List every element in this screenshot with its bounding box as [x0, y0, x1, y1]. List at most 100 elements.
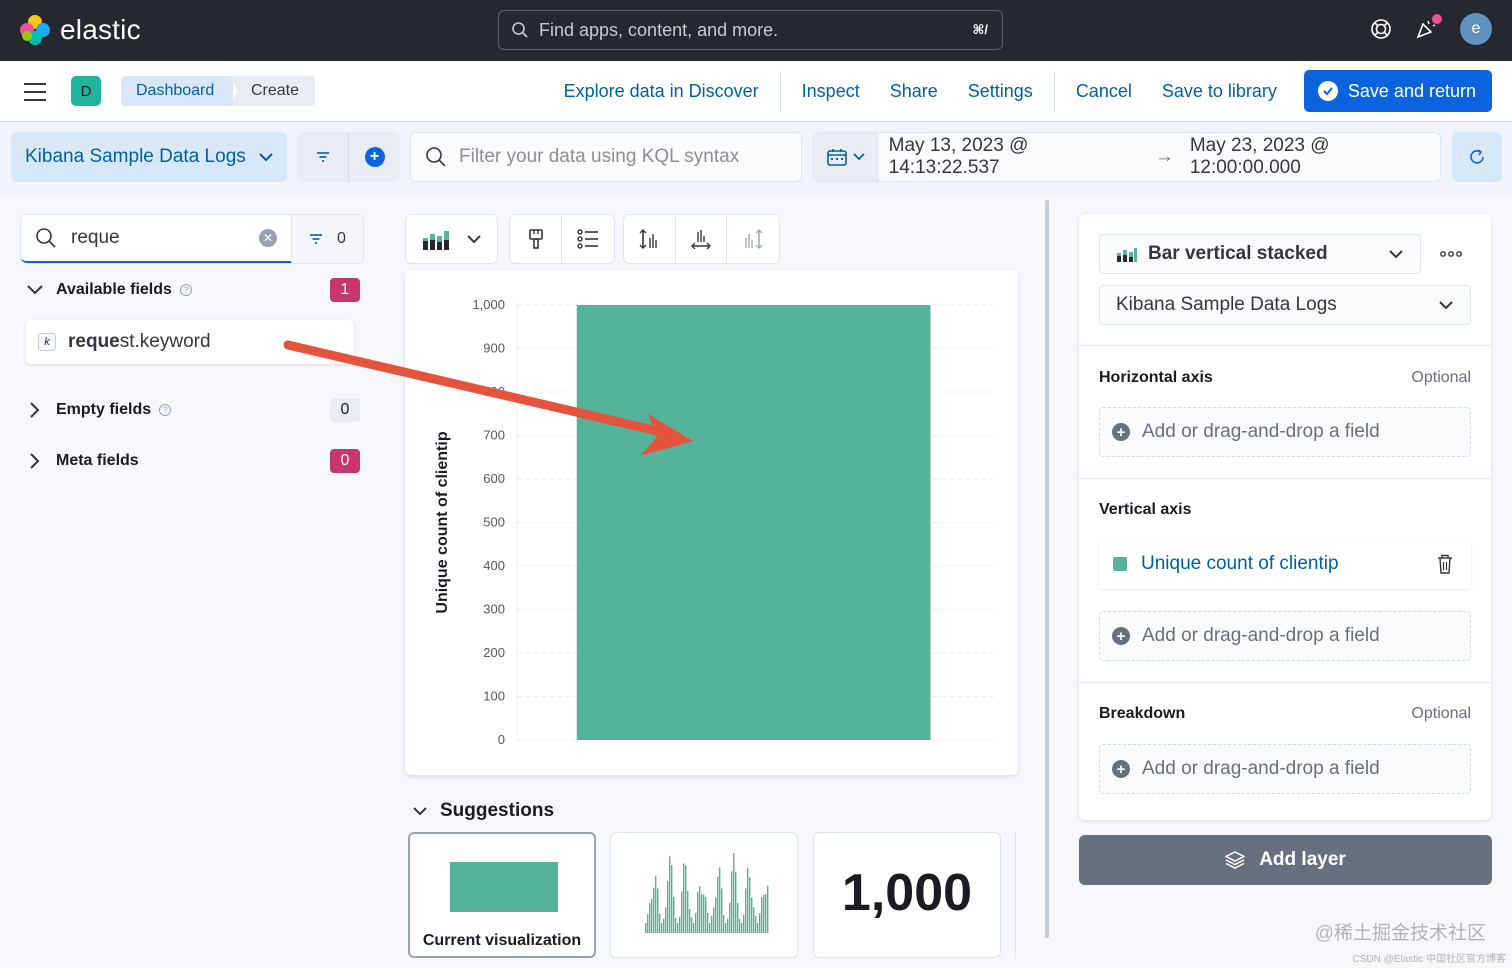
left-axis-button[interactable] — [624, 215, 676, 263]
breadcrumb-dashboard[interactable]: Dashboard — [121, 76, 233, 106]
filter-icon — [316, 152, 329, 162]
newsfeed-button[interactable] — [1414, 14, 1442, 41]
histogram-preview — [645, 853, 769, 933]
histogram-bar — [673, 897, 675, 933]
kql-query-input[interactable]: Filter your data using KQL syntax — [410, 132, 802, 182]
date-picker: May 13, 2023 @ 14:13:22.537 → May 23, 20… — [813, 132, 1441, 182]
add-layer-label: Add layer — [1259, 849, 1346, 870]
histogram-bar — [763, 894, 765, 933]
histogram-bar — [663, 918, 665, 933]
histogram-bar — [703, 894, 705, 933]
suggestions-toggle[interactable]: Suggestions — [412, 800, 554, 822]
histogram-bar — [729, 902, 731, 933]
layer-actions-icon[interactable] — [1440, 250, 1462, 258]
explore-in-discover-link[interactable]: Explore data in Discover — [549, 81, 774, 102]
meta-fields-toggle[interactable]: Meta fields 0 — [26, 449, 360, 473]
data-view-picker[interactable]: Kibana Sample Data Logs — [11, 132, 287, 182]
histogram-bar — [721, 888, 723, 933]
suggestion-current-visualization[interactable]: Current visualization — [408, 832, 596, 958]
notification-dot — [1432, 14, 1442, 24]
clear-icon[interactable]: ✕ — [259, 229, 277, 247]
histogram-bar — [717, 876, 719, 933]
histogram-bar — [665, 907, 667, 933]
metric-value: 1,000 — [841, 864, 973, 922]
histogram-bar — [747, 867, 749, 933]
date-end[interactable]: May 23, 2023 @ 12:00:00.000 — [1190, 135, 1440, 179]
axis-settings-group — [623, 214, 780, 264]
chart-type-button[interactable] — [406, 215, 497, 263]
plus-icon: + — [1112, 760, 1130, 778]
layer-data-view-value: Kibana Sample Data Logs — [1116, 294, 1337, 315]
space-avatar[interactable]: D — [71, 76, 101, 106]
help-icon[interactable] — [1370, 18, 1392, 40]
breakdown-drop-zone[interactable]: + Add or drag-and-drop a field — [1099, 744, 1471, 794]
elastic-logo[interactable]: elastic — [20, 14, 141, 46]
bar-chart-icon — [422, 231, 449, 250]
query-bar: Kibana Sample Data Logs + Filter your da… — [0, 122, 1512, 194]
histogram-bar — [767, 885, 769, 933]
suggestion-metric[interactable]: 1,000 — [813, 832, 1001, 958]
histogram-bar — [715, 897, 717, 933]
empty-fields-toggle[interactable]: Empty fields ? 0 — [26, 398, 360, 422]
chart-type-select[interactable]: Bar vertical stacked — [1099, 234, 1421, 274]
histogram-bar — [651, 898, 653, 933]
cancel-link[interactable]: Cancel — [1061, 81, 1147, 102]
histogram-bar — [693, 923, 695, 933]
layer-config-panel: Bar vertical stacked Kibana Sample Data … — [1079, 214, 1491, 820]
save-to-library-link[interactable]: Save to library — [1147, 81, 1292, 102]
global-search-input[interactable]: Find apps, content, and more. ⌘/ — [498, 10, 1003, 50]
field-request-keyword[interactable]: k request.keyword — [26, 320, 354, 364]
visual-options-button[interactable] — [510, 215, 562, 263]
histogram-bar — [759, 913, 761, 933]
watermark-text: @稀土掘金技术社区 — [1314, 923, 1486, 944]
chart-type-switcher[interactable] — [405, 214, 498, 264]
layer-data-view-select[interactable]: Kibana Sample Data Logs — [1099, 285, 1471, 325]
horizontal-axis-drop-zone[interactable]: + Add or drag-and-drop a field — [1099, 407, 1471, 457]
available-fields-label: Available fields — [56, 281, 172, 298]
chevron-down-icon — [466, 235, 481, 244]
vertical-axis-dimension[interactable]: Unique count of clientip — [1099, 539, 1471, 589]
app-header: D Dashboard Create Explore data in Disco… — [0, 61, 1512, 122]
suggestion-card-partial[interactable] — [1015, 832, 1035, 958]
add-layer-button[interactable]: Add layer — [1079, 835, 1492, 885]
histogram-bar — [657, 888, 659, 933]
histogram-bar — [745, 888, 747, 933]
trash-icon[interactable] — [1437, 554, 1453, 574]
share-link[interactable]: Share — [875, 81, 953, 102]
panel-resize-handle[interactable] — [1045, 200, 1049, 938]
field-search-input[interactable]: reque ✕ — [21, 215, 291, 263]
refresh-button[interactable] — [1452, 132, 1502, 182]
user-avatar[interactable]: e — [1460, 13, 1492, 45]
suggestion-histogram[interactable] — [610, 832, 798, 958]
available-fields-toggle[interactable]: Available fields ? 1 — [26, 278, 360, 302]
histogram-bar — [661, 923, 663, 933]
separator — [779, 71, 781, 111]
chevron-down-icon — [1389, 250, 1403, 259]
left-axis-icon — [639, 229, 658, 249]
histogram-bar — [679, 916, 681, 933]
empty-fields-label: Empty fields — [56, 401, 152, 418]
suggestion-label: Current visualization — [422, 932, 582, 949]
field-name-rest: st.keyword — [119, 331, 211, 352]
date-start[interactable]: May 13, 2023 @ 14:13:22.537 — [889, 135, 1139, 179]
save-and-return-button[interactable]: Save and return — [1303, 70, 1492, 112]
y-tick-label: 100 — [483, 689, 505, 704]
chart-panel: 0 100 200 300 400 500 600 700 800 900 1,000 Unique … — [405, 270, 1018, 775]
quick-select-button[interactable] — [814, 133, 879, 181]
add-filter-button[interactable]: + — [349, 132, 400, 182]
inspect-link[interactable]: Inspect — [787, 81, 875, 102]
histogram-bar — [659, 913, 661, 933]
vertical-axis-drop-zone[interactable]: + Add or drag-and-drop a field — [1099, 611, 1471, 661]
histogram-bar — [711, 915, 713, 933]
filter-menu-button[interactable] — [297, 132, 349, 182]
settings-link[interactable]: Settings — [953, 81, 1048, 102]
date-arrow: → — [1154, 146, 1174, 167]
bottom-axis-button[interactable] — [676, 215, 728, 263]
histogram-bar — [689, 908, 691, 933]
field-type-filter[interactable]: 0 — [291, 215, 363, 263]
legend-settings-button[interactable] — [562, 215, 614, 263]
histogram-bar — [691, 917, 693, 933]
y-axis-title: Unique count of clientip — [434, 431, 451, 613]
info-icon: ? — [159, 404, 172, 416]
menu-icon[interactable] — [24, 83, 46, 101]
